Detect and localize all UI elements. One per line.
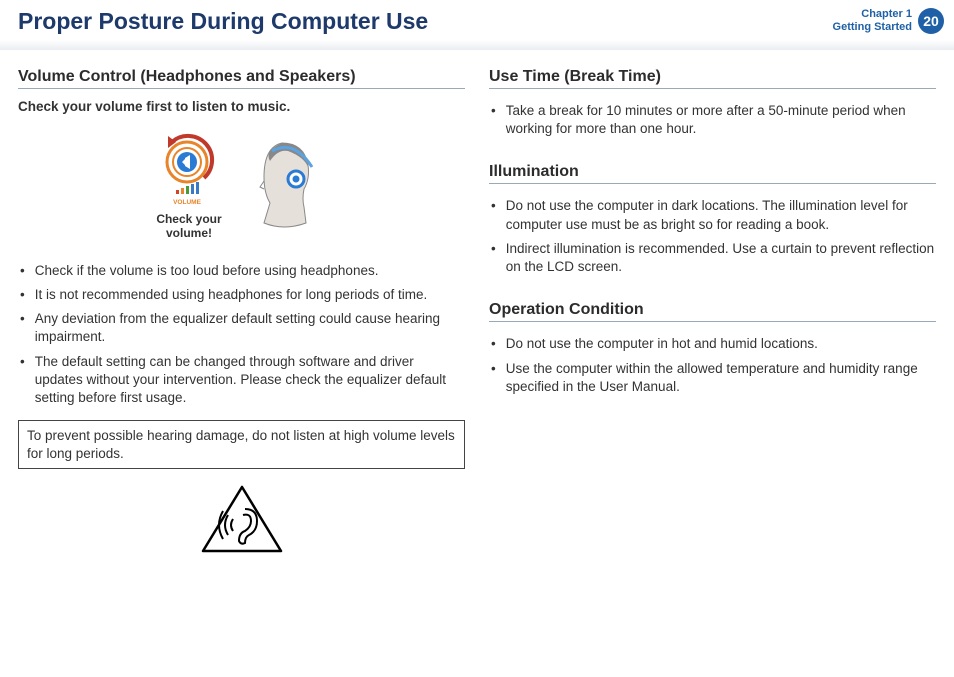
volume-dial-icon: VOLUME Check your volume! <box>154 128 224 241</box>
volume-illustration: VOLUME Check your volume! <box>18 128 465 241</box>
section-usetime-title: Use Time (Break Time) <box>489 68 936 89</box>
hearing-warning-box: To prevent possible hearing damage, do n… <box>18 420 465 469</box>
person-headphones-icon <box>234 137 329 232</box>
page-number-badge: 20 <box>918 8 944 34</box>
chapter-line1: Chapter 1 <box>833 8 912 21</box>
content-area: Volume Control (Headphones and Speakers)… <box>0 50 954 558</box>
operation-bullets: Do not use the computer in hot and humid… <box>489 332 936 399</box>
list-item: Indirect illumination is recommended. Us… <box>489 237 936 279</box>
list-item: Do not use the computer in dark location… <box>489 194 936 236</box>
list-item: The default setting can be changed throu… <box>18 350 465 411</box>
section-operation-title: Operation Condition <box>489 301 936 322</box>
chapter-block: Chapter 1 Getting Started 20 <box>833 8 944 34</box>
chapter-label: Chapter 1 Getting Started <box>833 8 912 34</box>
section-illumination-title: Illumination <box>489 163 936 184</box>
left-column: Volume Control (Headphones and Speakers)… <box>18 68 465 558</box>
list-item: Any deviation from the equalizer default… <box>18 307 465 349</box>
list-item: Use the computer within the allowed temp… <box>489 357 936 399</box>
document-header: Proper Posture During Computer Use Chapt… <box>0 0 954 50</box>
list-item: Take a break for 10 minutes or more afte… <box>489 99 936 141</box>
volume-subhead: Check your volume first to listen to mus… <box>18 99 465 114</box>
page-title: Proper Posture During Computer Use <box>18 8 428 35</box>
volume-caption: Check your volume! <box>154 212 224 241</box>
right-column: Use Time (Break Time) Take a break for 1… <box>489 68 936 558</box>
illumination-bullets: Do not use the computer in dark location… <box>489 194 936 279</box>
chapter-line2: Getting Started <box>833 21 912 34</box>
volume-bullets: Check if the volume is too loud before u… <box>18 259 465 411</box>
section-volume-title: Volume Control (Headphones and Speakers) <box>18 68 465 89</box>
usetime-bullets: Take a break for 10 minutes or more afte… <box>489 99 936 141</box>
list-item: It is not recommended using headphones f… <box>18 283 465 307</box>
list-item: Do not use the computer in hot and humid… <box>489 332 936 356</box>
hearing-hazard-icon <box>18 483 465 558</box>
list-item: Check if the volume is too loud before u… <box>18 259 465 283</box>
volume-word: VOLUME <box>173 199 201 206</box>
